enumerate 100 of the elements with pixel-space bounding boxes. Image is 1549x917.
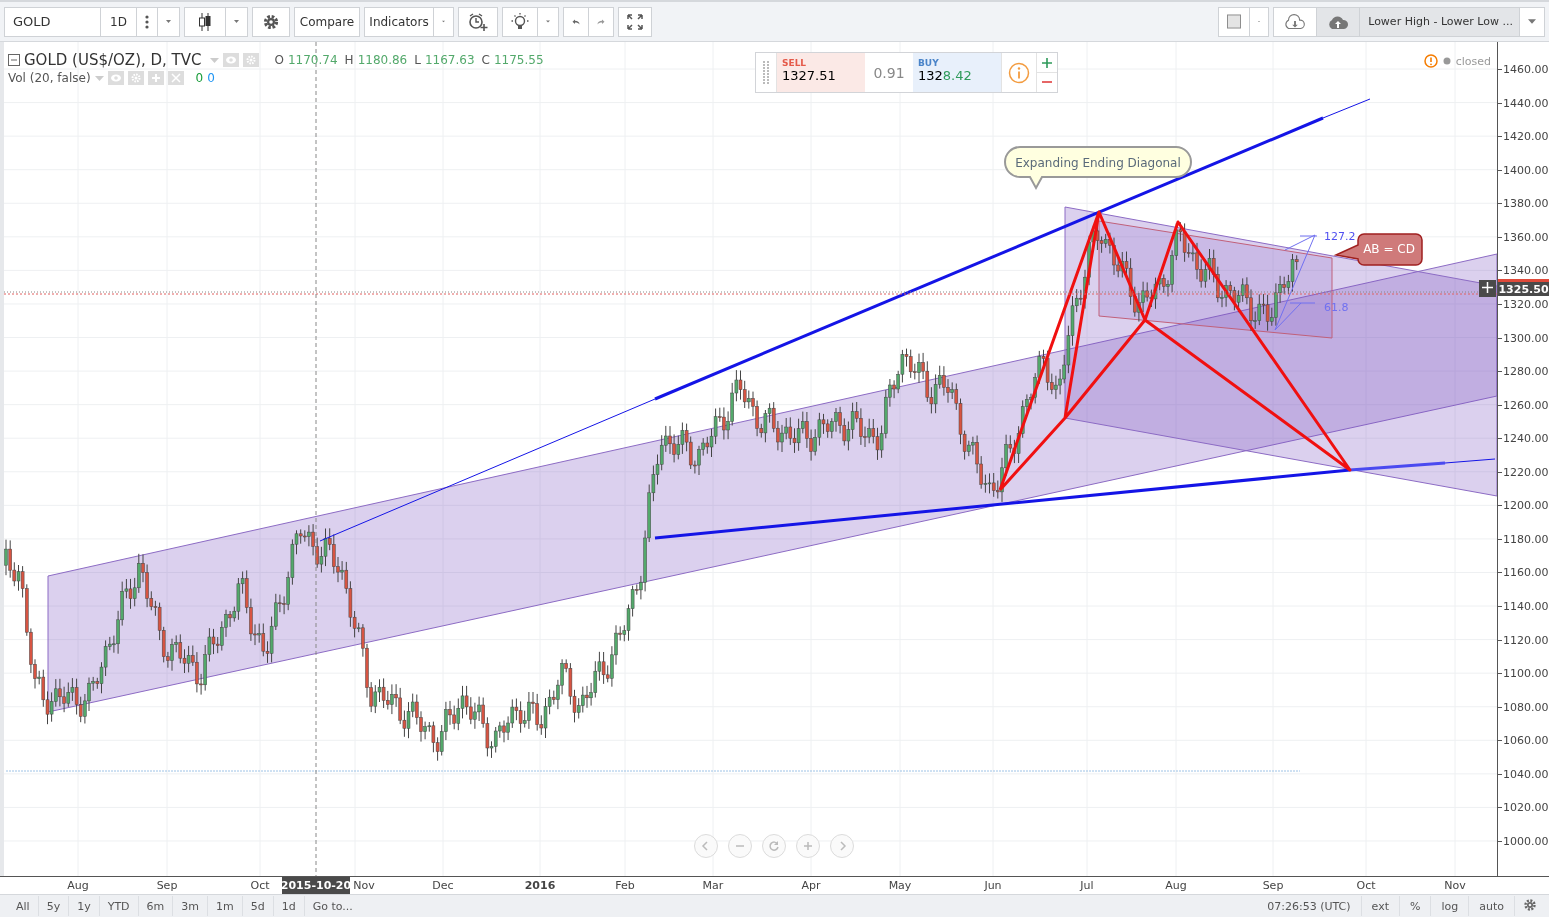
current-price-tag: 1325.50: [1498, 279, 1549, 296]
collapse-icon[interactable]: [8, 54, 20, 66]
price-label: 1120.00: [1503, 633, 1549, 647]
indicators-button[interactable]: Indicators: [364, 6, 434, 37]
save-button[interactable]: [1316, 6, 1361, 37]
price-label: 1300.00: [1503, 331, 1549, 344]
price-label: 1240.00: [1503, 431, 1549, 445]
range-button[interactable]: 1m: [208, 896, 243, 916]
reset-button[interactable]: [762, 834, 786, 858]
lightbulb-icon: [511, 12, 529, 31]
date-label: Nov: [1444, 879, 1466, 892]
date-label: Dec: [432, 879, 454, 892]
fullscreen-button[interactable]: [618, 6, 652, 37]
ohlc-label: L: [414, 53, 421, 67]
market-status: closed: [1455, 54, 1491, 68]
plus-icon[interactable]: [147, 71, 164, 85]
date-label: Oct: [1356, 879, 1376, 892]
info-icon[interactable]: [1008, 61, 1030, 84]
add-button[interactable]: [1479, 280, 1496, 297]
date-label: Apr: [801, 879, 821, 892]
price-label: 1140.00: [1503, 599, 1549, 613]
study-value: 0: [195, 71, 204, 85]
date-label: Sep: [156, 879, 178, 892]
date-label: Feb: [615, 879, 635, 892]
symbol-field[interactable]: GOLD: [4, 6, 101, 37]
undo-button[interactable]: [563, 6, 589, 37]
range-button[interactable]: All: [8, 896, 39, 916]
dots-icon: [145, 14, 149, 29]
dropdown-button[interactable]: [1249, 6, 1270, 37]
price-label: 1280.00: [1503, 364, 1549, 378]
scale-option-button[interactable]: ext: [1360, 896, 1399, 916]
date-label: Sep: [1262, 879, 1284, 892]
ohlc-value: 1170.74: [287, 53, 338, 67]
range-button[interactable]: YTD: [99, 896, 139, 916]
price-label: 1100.00: [1503, 666, 1549, 680]
price-label: 1380.00: [1503, 196, 1549, 210]
ideas-button[interactable]: [502, 6, 538, 37]
range-button[interactable]: 1d: [273, 896, 305, 916]
drag-handle-icon[interactable]: [763, 60, 769, 85]
spread-value: 0.91: [873, 64, 905, 81]
ohlc-label: C: [481, 53, 490, 67]
load-button[interactable]: [1273, 6, 1318, 37]
ohlc-label: O: [274, 53, 284, 67]
warning-icon: [1423, 54, 1438, 68]
compare-button[interactable]: Compare: [294, 6, 360, 37]
scale-option-button[interactable]: log: [1430, 896, 1469, 916]
settings-icon[interactable]: [242, 53, 259, 67]
zoom-out-button[interactable]: [728, 834, 752, 858]
dropdown-button[interactable]: [225, 6, 248, 37]
eye-icon[interactable]: [222, 53, 239, 67]
settings-icon[interactable]: [127, 71, 144, 85]
range-button[interactable]: 6m: [138, 896, 174, 916]
date-label: 2016: [524, 879, 556, 892]
settings-icon: [1523, 897, 1537, 912]
drawing-color-button[interactable]: [1218, 6, 1251, 37]
date-label: Aug: [1165, 879, 1187, 892]
date-label: Jun: [984, 879, 1002, 892]
price-label: 1400.00: [1503, 163, 1549, 177]
dropdown-button[interactable]: [1519, 6, 1545, 37]
range-button[interactable]: 5y: [38, 896, 70, 916]
plus-icon: [802, 840, 814, 852]
sell-button[interactable]: SELL 1327.51: [777, 53, 865, 92]
scroll-left-button[interactable]: [694, 834, 718, 858]
fib-level-label: 61.8: [1324, 301, 1349, 314]
layout-name-button[interactable]: Lower High - Lower Low ...: [1359, 6, 1520, 37]
ohlc-value: 1167.63: [424, 53, 475, 67]
status-dot-icon: [1442, 57, 1451, 65]
alert-button[interactable]: [458, 6, 498, 37]
caret-icon: [234, 19, 239, 24]
date-label: Nov: [353, 879, 375, 892]
zoom-in-button[interactable]: [796, 834, 820, 858]
scale-option-button[interactable]: auto: [1468, 896, 1514, 916]
range-button[interactable]: 3m: [173, 896, 209, 916]
callout-label: AB = CD: [1363, 242, 1415, 256]
cloud-upload-icon: [1326, 13, 1351, 30]
buy-button[interactable]: BUY 1328.42: [913, 53, 1001, 92]
price-label: 1020.00: [1503, 800, 1549, 814]
reset-icon: [768, 840, 780, 852]
scale-option-button[interactable]: %: [1399, 896, 1431, 916]
settings-button[interactable]: [252, 6, 290, 37]
dropdown-button[interactable]: [433, 6, 454, 37]
go-to-button[interactable]: Go to...: [304, 896, 361, 916]
eye-icon[interactable]: [107, 71, 124, 85]
callout-label: Expanding Ending Diagonal: [1015, 156, 1181, 170]
more-button[interactable]: [136, 6, 158, 37]
price-label: 1000.00: [1503, 834, 1549, 848]
range-button[interactable]: 5d: [242, 896, 274, 916]
caret-icon: [209, 57, 219, 63]
price-label: 1420.00: [1503, 129, 1549, 143]
fullscreen-icon: [627, 13, 643, 30]
chart-style-button[interactable]: [184, 6, 226, 37]
price-label: 1080.00: [1503, 700, 1549, 714]
study-title: Vol (20, false): [8, 71, 91, 85]
interval-button[interactable]: 1D: [100, 6, 137, 37]
square-icon: [1227, 14, 1242, 29]
clock: 07:26:53 (UTC): [1266, 899, 1352, 913]
dropdown-button[interactable]: [157, 6, 180, 37]
range-button[interactable]: 1y: [69, 896, 100, 916]
scroll-right-button[interactable]: [830, 834, 854, 858]
price-label: 1200.00: [1503, 498, 1549, 512]
